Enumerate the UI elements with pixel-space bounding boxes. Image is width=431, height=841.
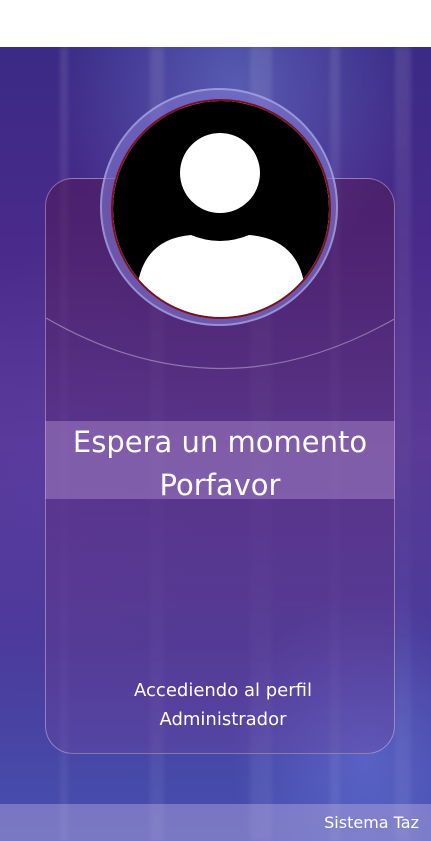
status-message-line2: Administrador: [159, 709, 287, 730]
system-name: Sistema Taz: [324, 813, 419, 832]
footer-bar: Sistema Taz: [0, 804, 431, 841]
wait-message-line1: Espera un momento: [72, 425, 368, 459]
status-message-line1: Accediendo al perfil: [134, 680, 312, 701]
loading-screen: Espera un momento Porfavor Accediendo al…: [0, 47, 431, 841]
user-avatar-icon: [111, 99, 331, 319]
wait-message-line2: Porfavor: [159, 468, 281, 502]
